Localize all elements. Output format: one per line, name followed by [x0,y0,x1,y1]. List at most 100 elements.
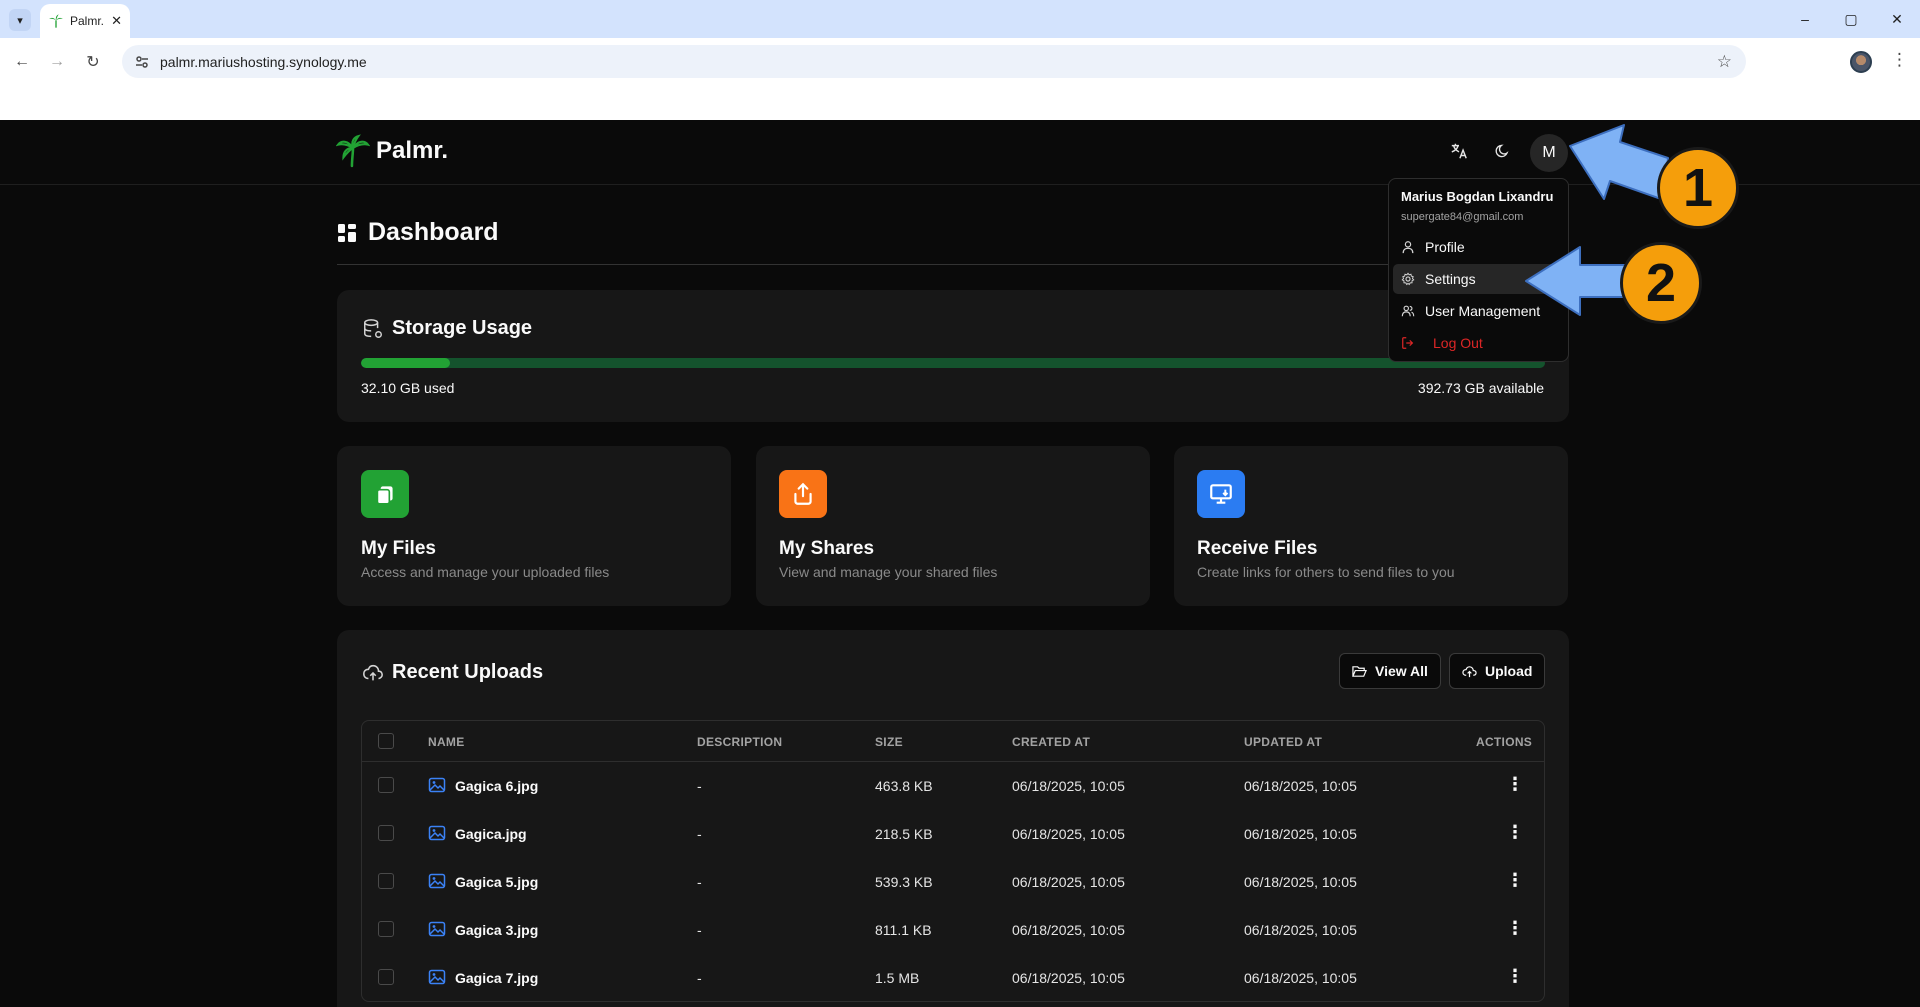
table-row[interactable]: Gagica 6.jpg - 463.8 KB 06/18/2025, 10:05 06… [362,762,1544,810]
site-settings-icon[interactable] [134,54,150,70]
reload-button[interactable]: ↻ [81,50,105,74]
row-checkbox[interactable] [378,825,394,841]
file-created-at: 06/18/2025, 10:05 [1012,922,1125,938]
file-updated-at: 06/18/2025, 10:05 [1244,826,1357,842]
table-row[interactable]: Gagica 7.jpg - 1.5 MB 06/18/2025, 10:05 06/1… [362,954,1544,1001]
gear-icon [1401,272,1415,286]
recent-uploads-table: NAME DESCRIPTION SIZE CREATED AT UPDATED… [361,720,1545,1002]
upload-button[interactable]: Upload [1449,653,1546,689]
restore-button[interactable]: ▢ [1828,0,1874,38]
my-files-title: My Files [361,538,436,559]
minimize-button[interactable]: – [1782,0,1828,38]
view-all-button[interactable]: View All [1339,653,1441,689]
browser-tab[interactable]: Palmr. ✕ [40,4,130,38]
page-top-gap [0,84,1920,120]
file-description: - [697,970,702,986]
forward-button[interactable]: → [45,50,69,74]
menu-item-logout-label: Log Out [1433,335,1483,351]
image-file-icon [428,969,446,985]
row-actions-icon[interactable]: ⋮ [1506,870,1524,891]
files-icon [361,470,409,518]
row-checkbox[interactable] [378,969,394,985]
file-created-at: 06/18/2025, 10:05 [1012,826,1125,842]
row-checkbox[interactable] [378,873,394,889]
palm-favicon-icon [49,14,63,28]
table-row[interactable]: Gagica.jpg - 218.5 KB 06/18/2025, 10:05 06/1… [362,810,1544,858]
row-checkbox[interactable] [378,777,394,793]
file-description: - [697,922,702,938]
file-size: 1.5 MB [875,970,920,986]
file-created-at: 06/18/2025, 10:05 [1012,778,1125,794]
translate-icon[interactable] [1448,140,1470,162]
menu-item-user-management-label: User Management [1425,303,1541,319]
dashboard-icon [338,223,356,242]
url-text: palmr.mariushosting.synology.me [160,53,367,70]
address-bar[interactable]: palmr.mariushosting.synology.me ☆ [122,45,1746,78]
menu-item-user-management[interactable]: User Management [1393,296,1564,326]
my-files-description: Access and manage your uploaded files [361,564,610,580]
close-window-button[interactable]: ✕ [1874,0,1920,38]
select-all-checkbox[interactable] [378,733,394,749]
menu-item-settings-label: Settings [1425,271,1476,287]
file-size: 463.8 KB [875,778,933,794]
receive-files-description: Create links for others to send files to… [1197,564,1455,580]
file-name[interactable]: Gagica 3.jpg [455,922,538,938]
upload-cloud-icon [1462,665,1477,677]
file-created-at: 06/18/2025, 10:05 [1012,874,1125,890]
folder-open-icon [1352,665,1367,677]
storage-used-label: 32.10 GB used [361,380,455,396]
column-header-created[interactable]: CREATED AT [1012,735,1090,749]
my-shares-description: View and manage your shared files [779,564,998,580]
table-row[interactable]: Gagica 3.jpg - 811.1 KB 06/18/2025, 10:05 06… [362,906,1544,954]
browser-menu-icon[interactable]: ⋮ [1891,50,1908,70]
row-checkbox[interactable] [378,921,394,937]
storage-available-label: 392.73 GB available [1417,380,1544,396]
file-updated-at: 06/18/2025, 10:05 [1244,922,1357,938]
browser-profile-avatar[interactable] [1850,51,1872,73]
file-name[interactable]: Gagica 6.jpg [455,778,538,794]
menu-item-profile[interactable]: Profile [1393,232,1564,262]
browser-tab-strip: ▾ Palmr. ✕ – ▢ ✕ [0,0,1920,38]
table-row[interactable]: Gagica 5.jpg - 539.3 KB 06/18/2025, 10:05 06… [362,858,1544,906]
tab-search-button[interactable]: ▾ [9,9,31,31]
storage-usage-card [337,290,1569,422]
app-logo[interactable]: Palmr. [336,134,448,168]
table-header: NAME DESCRIPTION SIZE CREATED AT UPDATED… [362,721,1544,762]
row-actions-icon[interactable]: ⋮ [1506,822,1524,843]
menu-item-logout[interactable]: Log Out [1393,328,1564,358]
back-button[interactable]: ← [10,50,34,74]
file-name[interactable]: Gagica 7.jpg [455,970,538,986]
logout-icon [1402,337,1414,349]
my-shares-title: My Shares [779,538,875,559]
receive-icon [1197,470,1245,518]
logo-text: Palmr. [376,137,449,164]
storage-usage-header: Storage Usage [362,317,532,340]
recent-uploads-header: Recent Uploads [362,661,543,684]
file-name[interactable]: Gagica 5.jpg [455,874,538,890]
file-description: - [697,874,702,890]
column-header-actions: ACTIONS [1476,735,1533,749]
row-actions-icon[interactable]: ⋮ [1506,918,1524,939]
tab-close-icon[interactable]: ✕ [111,13,122,29]
column-header-name[interactable]: NAME [428,735,465,749]
file-description: - [697,826,702,842]
user-avatar-button[interactable]: M [1530,134,1568,172]
column-header-size[interactable]: SIZE [875,735,903,749]
column-header-updated[interactable]: UPDATED AT [1244,735,1322,749]
user-icon [1402,241,1414,254]
bookmark-star-icon[interactable]: ☆ [1717,52,1732,72]
menu-item-settings[interactable]: Settings [1393,264,1564,294]
menu-item-profile-label: Profile [1425,239,1465,255]
file-name[interactable]: Gagica.jpg [455,826,527,842]
file-updated-at: 06/18/2025, 10:05 [1244,874,1357,890]
storage-progress-bar [361,358,1545,368]
annotation-badge-1: 1 [1657,147,1739,229]
row-actions-icon[interactable]: ⋮ [1506,966,1524,987]
moon-icon[interactable] [1492,140,1514,162]
row-actions-icon[interactable]: ⋮ [1506,774,1524,795]
file-created-at: 06/18/2025, 10:05 [1012,970,1125,986]
image-file-icon [428,825,446,841]
column-header-description[interactable]: DESCRIPTION [697,735,782,749]
recent-uploads-title: Recent Uploads [392,661,544,683]
receive-files-title: Receive Files [1197,538,1318,559]
